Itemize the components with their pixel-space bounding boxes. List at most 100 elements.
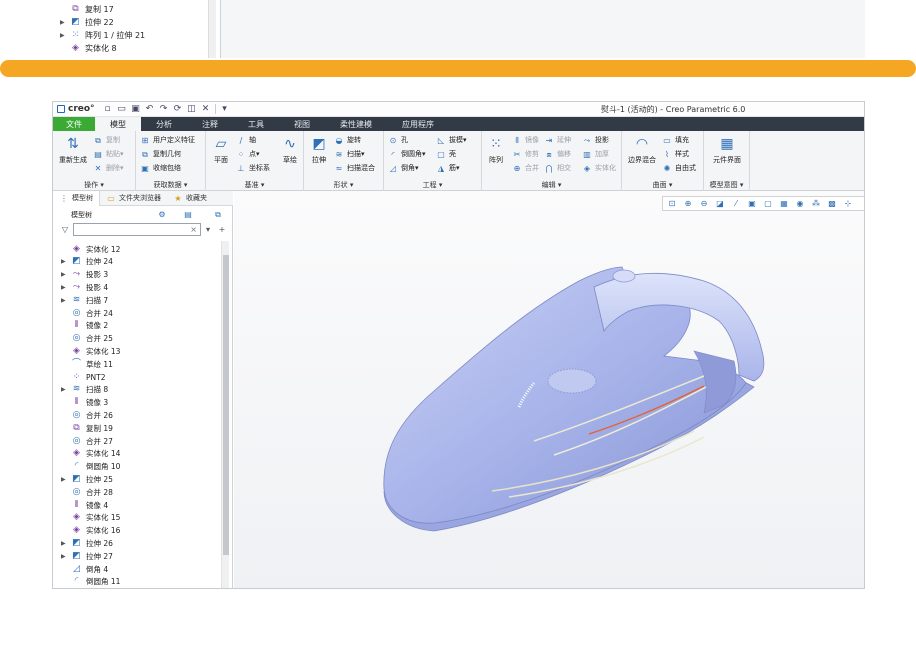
tree-item[interactable]: ◈ 实体化 8 <box>60 42 117 55</box>
tree-item[interactable]: ◎ 合并 26 <box>61 409 113 421</box>
point-button[interactable]: ⁘ 点 ▾ <box>236 149 260 159</box>
expand-arrow-icon[interactable]: ▶ <box>61 297 71 304</box>
tab-favorites[interactable]: ★ 收藏夹 <box>167 191 213 206</box>
tree-item[interactable]: ▶ ◩ 拉伸 24 <box>61 256 113 268</box>
tree-item[interactable]: ⫴ 镜像 4 <box>61 499 109 511</box>
csys-button[interactable]: ⊥ 坐标系 <box>236 163 270 173</box>
expand-arrow-icon[interactable]: ▶ <box>61 386 71 393</box>
add-filter-icon[interactable]: + <box>217 225 227 234</box>
tab-flexible-modeling[interactable]: 柔性建模 <box>325 117 387 131</box>
expand-arrow-icon[interactable]: ▶ <box>61 271 71 278</box>
tree-item[interactable]: ▶ ◩ 拉伸 22 <box>60 16 114 29</box>
round-button[interactable]: ◜ 倒圆角 ▾ <box>388 149 425 159</box>
tree-item[interactable]: ◜ 倒圆角 11 <box>61 576 121 588</box>
redo-icon[interactable]: ↷ <box>159 104 169 114</box>
tab-view[interactable]: 视图 <box>279 117 325 131</box>
revolve-button[interactable]: ◒ 旋转 <box>334 135 362 145</box>
fill-button[interactable]: ▭ 填充 <box>662 135 689 145</box>
expand-arrow-icon[interactable]: ▶ <box>61 553 71 560</box>
mirror-button[interactable]: ⫴ 镜像 <box>512 135 539 145</box>
thicken-button[interactable]: ▥ 加厚 <box>582 149 609 159</box>
copy-button[interactable]: ⧉ 复制 <box>93 135 120 145</box>
expand-arrow-icon[interactable]: ▶ <box>61 476 71 483</box>
tree-item[interactable]: ▶ ◩ 拉伸 26 <box>61 537 113 549</box>
expand-arrow-icon[interactable]: ▶ <box>61 258 71 265</box>
tree-scrollbar[interactable] <box>221 241 229 588</box>
clear-search-icon[interactable]: × <box>190 225 197 234</box>
get-data-group-title[interactable]: 获取数据 ▾ <box>136 180 205 190</box>
save-icon[interactable]: ▣ <box>131 104 141 114</box>
tree-settings-icon[interactable]: ⚙ <box>157 210 167 219</box>
expand-arrow-icon[interactable]: ▶ <box>60 19 70 26</box>
tree-columns-icon[interactable]: ▤ <box>183 210 193 219</box>
tree-item[interactable]: ◿ 倒角 4 <box>61 563 108 575</box>
tab-model[interactable]: 模型 <box>95 117 141 131</box>
rib-button[interactable]: ◮ 筋 ▾ <box>436 163 460 173</box>
trim-button[interactable]: ✂ 修剪 <box>512 149 539 159</box>
search-dropdown-icon[interactable]: ▾ <box>203 225 213 234</box>
tab-annotate[interactable]: 注释 <box>187 117 233 131</box>
tree-item[interactable]: ◎ 合并 24 <box>61 307 113 319</box>
surfaces-group-title[interactable]: 曲面 ▾ <box>622 180 703 190</box>
tree-item[interactable]: ◎ 合并 27 <box>61 435 113 447</box>
shapes-group-title[interactable]: 形状 ▾ <box>304 180 383 190</box>
tree-item[interactable]: ⁘ PNT2 <box>61 371 106 383</box>
tree-item[interactable]: ▶ ◩ 拉伸 25 <box>61 473 113 485</box>
intersect-button[interactable]: ⋂ 相交 <box>544 163 571 173</box>
extend-button[interactable]: ⇥ 延伸 <box>544 135 571 145</box>
chamfer-button[interactable]: ◿ 倒角 ▾ <box>388 163 419 173</box>
plane-button[interactable]: ▱ 平面 <box>209 135 233 165</box>
model-intent-group-title[interactable]: 模型意图 ▾ <box>704 180 749 190</box>
style-button[interactable]: ⌇ 样式 <box>662 149 689 159</box>
tree-item[interactable]: ◈ 实体化 12 <box>61 243 120 255</box>
tree-item[interactable]: ▶ ⤳ 投影 3 <box>61 269 108 281</box>
sweep-button[interactable]: ≋ 扫描 ▾ <box>334 149 365 159</box>
draft-button[interactable]: ◺ 拔模 ▾ <box>436 135 467 145</box>
paste-button[interactable]: ▤ 粘贴 ▾ <box>93 149 123 159</box>
extrude-button[interactable]: ◩ 拉伸 <box>307 135 331 165</box>
tree-item[interactable]: ▶ ≋ 扫描 8 <box>61 384 108 396</box>
freestyle-button[interactable]: ✺ 自由式 <box>662 163 696 173</box>
expand-arrow-icon[interactable]: ▶ <box>61 540 71 547</box>
tree-item[interactable]: ⧉ 复制 17 <box>60 3 113 16</box>
component-interface-button[interactable]: ▦ 元件界面 <box>706 135 748 165</box>
tree-item[interactable]: ⫴ 镜像 3 <box>61 397 109 409</box>
shell-button[interactable]: ▢ 壳 <box>436 149 456 159</box>
pattern-button[interactable]: ⁙ 阵列 <box>485 135 507 165</box>
new-file-icon[interactable]: ▫ <box>103 104 113 114</box>
regenerate-button[interactable]: ⇅ 重新生成 <box>56 135 90 165</box>
tree-item[interactable]: ▶ ≋ 扫描 7 <box>61 294 108 306</box>
open-file-icon[interactable]: ▭ <box>117 104 127 114</box>
datum-group-title[interactable]: 基准 ▾ <box>206 180 303 190</box>
tab-file[interactable]: 文件 <box>53 117 95 131</box>
tab-analysis[interactable]: 分析 <box>141 117 187 131</box>
tree-item[interactable]: ◎ 合并 28 <box>61 486 113 498</box>
regenerate-quick-icon[interactable]: ⟳ <box>173 104 183 114</box>
tree-item[interactable]: ◜ 倒圆角 10 <box>61 461 121 473</box>
hole-button[interactable]: ⊙ 孔 <box>388 135 408 145</box>
tree-item[interactable]: ◈ 实体化 15 <box>61 512 120 524</box>
sketch-button[interactable]: ∿ 草绘 <box>278 135 302 165</box>
tree-item[interactable]: ⫴ 镜像 2 <box>61 320 109 332</box>
swept-blend-button[interactable]: ≈ 扫描混合 <box>334 163 375 173</box>
undo-icon[interactable]: ↶ <box>145 104 155 114</box>
tree-item[interactable]: ⧉ 复制 19 <box>61 422 113 434</box>
tree-filter-toggle-icon[interactable]: ⧉ <box>213 210 223 219</box>
merge-button[interactable]: ⊕ 合并 <box>512 163 539 173</box>
expand-arrow-icon[interactable]: ▶ <box>61 284 71 291</box>
tree-search-input[interactable]: × <box>73 223 201 236</box>
tree-item[interactable]: ▶ ⁙ 阵列 1 / 拉伸 21 <box>60 29 145 42</box>
tree-item[interactable]: ◈ 实体化 16 <box>61 525 120 537</box>
operations-group-title[interactable]: 操作 ▾ <box>53 180 135 190</box>
tree-item[interactable]: ◈ 实体化 13 <box>61 345 120 357</box>
tree-item[interactable]: ▶ ⤳ 投影 4 <box>61 281 108 293</box>
expand-arrow-icon[interactable]: ▶ <box>60 32 70 39</box>
boundary-blend-button[interactable]: ◠ 边界混合 <box>624 135 660 165</box>
close-window-icon[interactable]: ✕ <box>201 104 211 114</box>
graphics-viewport[interactable]: ⊡ ⊕ ⊖ ◪ ⁄ ▣ ▢ ▦ ◉ ⁂ ▩ ⊹ <box>234 191 865 589</box>
tab-tools[interactable]: 工具 <box>233 117 279 131</box>
prev-scrollbar[interactable] <box>208 0 216 58</box>
tree-item[interactable]: ◎ 合并 25 <box>61 333 113 345</box>
iron-3d-model[interactable] <box>234 191 865 589</box>
tree-item[interactable]: ▶ ◩ 拉伸 27 <box>61 550 113 562</box>
